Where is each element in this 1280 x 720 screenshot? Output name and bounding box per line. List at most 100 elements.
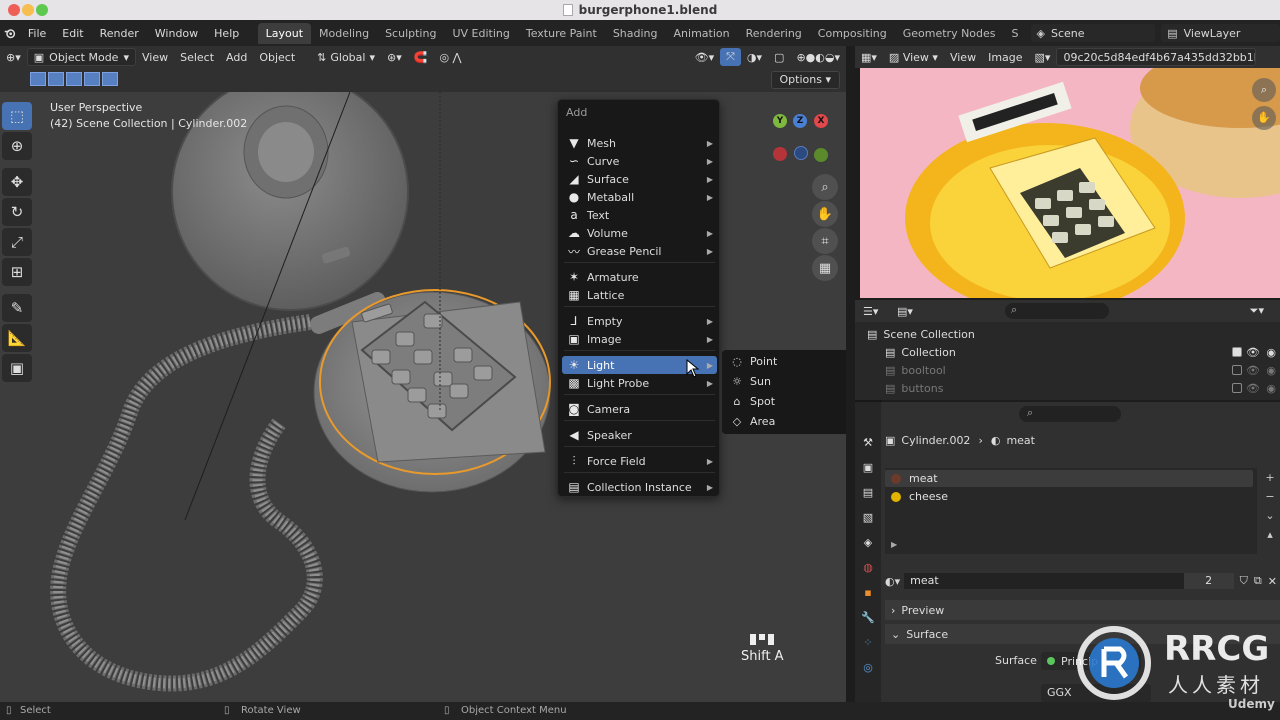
add-menu-item-curve[interactable]: ∽ Curve ▶: [562, 152, 717, 170]
snap-icon[interactable]: 🧲: [408, 48, 434, 66]
add-menu-item-image[interactable]: ▣ Image ▶: [562, 330, 717, 348]
physics-tab-icon[interactable]: ◎: [860, 661, 876, 677]
add-menu-item-collection-instance[interactable]: ▤ Collection Instance ▶: [562, 478, 717, 496]
add-menu-item-metaball[interactable]: ● Metaball ▶: [562, 188, 717, 206]
material-slot-meat[interactable]: meat: [885, 470, 1253, 487]
editor-type-icon[interactable]: ☰▾: [857, 302, 884, 320]
add-cube-tool-icon[interactable]: ▣: [2, 354, 32, 382]
fake-user-icon[interactable]: ⛉: [1240, 574, 1248, 588]
window-maximize-button[interactable]: [36, 4, 48, 16]
material-browse-icon[interactable]: ◐▾: [885, 575, 900, 588]
select-subtract-icon[interactable]: [66, 72, 82, 86]
axis-neg-y-gizmo[interactable]: [814, 148, 828, 162]
unlink-icon[interactable]: ✕: [1268, 575, 1277, 588]
modifier-tab-icon[interactable]: 🔧: [860, 611, 876, 627]
camera-render-icon[interactable]: ◉: [1266, 364, 1276, 377]
user-count[interactable]: 2: [1183, 573, 1234, 589]
image-name-field[interactable]: 09c20c5d84edf4b67a435dd32bb1b195.j: [1056, 48, 1257, 66]
menu-view[interactable]: View: [136, 48, 174, 66]
tab-sculpting[interactable]: Sculpting: [377, 23, 444, 44]
eye-icon[interactable]: 👁: [1246, 382, 1260, 395]
view-layer-selector[interactable]: ▤ ViewLayer: [1161, 24, 1280, 42]
pivot-icon[interactable]: ⊛▾: [381, 48, 408, 66]
tab-scripting[interactable]: S: [1004, 23, 1027, 44]
add-menu-item-grease-pencil[interactable]: 〰 Grease Pencil ▶: [562, 242, 717, 260]
tab-layout[interactable]: Layout: [257, 22, 312, 44]
material-slot-cheese[interactable]: cheese: [885, 488, 1253, 505]
tab-modeling[interactable]: Modeling: [311, 23, 377, 44]
shading-modes-icon[interactable]: ⊕●◐◒▾: [790, 48, 846, 66]
exclude-checkbox[interactable]: [1232, 383, 1242, 393]
add-menu-item-camera[interactable]: ◙ Camera: [562, 400, 717, 418]
add-menu-item-force-field[interactable]: ⫶ Force Field ▶: [562, 452, 717, 470]
image-browse-icon[interactable]: ▧▾: [1029, 48, 1057, 66]
menu-file[interactable]: File: [20, 27, 54, 40]
slot-menu-icon[interactable]: ⌄: [1263, 506, 1277, 525]
render-tab-icon[interactable]: ▣: [860, 461, 876, 477]
tab-uv-editing[interactable]: UV Editing: [444, 23, 517, 44]
annotate-tool-icon[interactable]: ✎: [2, 294, 32, 322]
camera-render-icon[interactable]: ◉: [1266, 346, 1276, 359]
add-menu-item-mesh[interactable]: ▼ Mesh ▶: [562, 134, 717, 152]
eye-icon[interactable]: 👁: [1246, 364, 1260, 377]
outliner-row-booltool[interactable]: ▤ booltool 👁 ◉: [855, 361, 1280, 379]
axis-neg-x-gizmo[interactable]: [773, 147, 787, 161]
visibility-icon[interactable]: 👁▾: [689, 48, 721, 66]
menu-add[interactable]: Add: [220, 48, 253, 66]
menu-select[interactable]: Select: [174, 48, 220, 66]
duplicate-icon[interactable]: ⧉: [1254, 574, 1262, 588]
display-mode-icon[interactable]: ▤▾: [891, 302, 919, 320]
exclude-checkbox[interactable]: [1232, 365, 1242, 375]
tool-tab-icon[interactable]: ⚒: [860, 436, 876, 452]
menu-object[interactable]: Object: [253, 48, 301, 66]
options-dropdown[interactable]: Options ▾: [770, 71, 840, 89]
axis-z-gizmo[interactable]: Z: [793, 114, 807, 128]
remove-slot-icon[interactable]: −: [1263, 487, 1277, 506]
world-tab-icon[interactable]: ◍: [860, 561, 876, 577]
menu-image[interactable]: Image: [982, 48, 1028, 66]
menu-help[interactable]: Help: [206, 27, 247, 40]
outliner-search-input[interactable]: ⌕: [1005, 303, 1109, 319]
properties-search-input[interactable]: ⌕: [1019, 406, 1121, 422]
output-tab-icon[interactable]: ▤: [860, 486, 876, 502]
orientation-dropdown[interactable]: ⇅ Global ▾: [311, 48, 381, 66]
scene-tab-icon[interactable]: ◈: [860, 536, 876, 552]
menu-window[interactable]: Window: [147, 27, 206, 40]
tab-geometry-nodes[interactable]: Geometry Nodes: [895, 23, 1004, 44]
camera-render-icon[interactable]: ◉: [1266, 382, 1276, 395]
select-extend-icon[interactable]: [48, 72, 64, 86]
transform-tool-icon[interactable]: ⊞: [2, 258, 32, 286]
add-menu-item-volume[interactable]: ☁ Volume ▶: [562, 224, 717, 242]
pan-hand-icon[interactable]: ✋: [1252, 106, 1276, 130]
select-invert-icon[interactable]: [84, 72, 100, 86]
outliner-row-scene-collection[interactable]: ▤ Scene Collection: [855, 325, 1280, 343]
zoom-icon[interactable]: ⌕: [1252, 78, 1276, 102]
select-intersect-icon[interactable]: [102, 72, 118, 86]
mode-dropdown[interactable]: ▣ Object Mode ▾: [26, 48, 136, 66]
pan-hand-icon[interactable]: ✋: [812, 201, 838, 227]
view-mode-dropdown[interactable]: ▨ View ▾: [883, 48, 944, 66]
axis-x-gizmo[interactable]: X: [814, 114, 828, 128]
tab-shading[interactable]: Shading: [605, 23, 666, 44]
light-submenu-item-spot[interactable]: ⌂ Spot: [728, 392, 776, 410]
outliner-row-buttons[interactable]: ▤ buttons 👁 ◉: [855, 379, 1280, 397]
window-close-button[interactable]: [8, 4, 20, 16]
view-layer-tab-icon[interactable]: ▧: [860, 511, 876, 527]
scene-selector[interactable]: ◈ Scene: [1030, 24, 1156, 42]
tab-compositing[interactable]: Compositing: [810, 23, 895, 44]
outliner-row-collection[interactable]: ▤ Collection 👁 ◉: [855, 343, 1280, 361]
expand-icon[interactable]: ▶: [891, 540, 897, 549]
light-submenu-item-point[interactable]: ◌ Point: [728, 352, 777, 370]
light-submenu-item-area[interactable]: ◇ Area: [728, 412, 776, 430]
panel-preview[interactable]: › Preview: [885, 600, 1280, 620]
particles-tab-icon[interactable]: ⁘: [860, 636, 876, 652]
selection-mode-buttons[interactable]: [30, 72, 118, 86]
menu-view[interactable]: View: [944, 48, 982, 66]
add-menu-item-surface[interactable]: ◢ Surface ▶: [562, 170, 717, 188]
material-name-field[interactable]: meat: [904, 573, 1184, 589]
editor-type-icon[interactable]: ▦▾: [855, 48, 883, 66]
exclude-checkbox[interactable]: [1232, 347, 1242, 357]
add-menu-item-text[interactable]: a Text: [562, 206, 717, 224]
select-new-icon[interactable]: [30, 72, 46, 86]
add-menu-item-armature[interactable]: ✶ Armature: [562, 268, 717, 286]
